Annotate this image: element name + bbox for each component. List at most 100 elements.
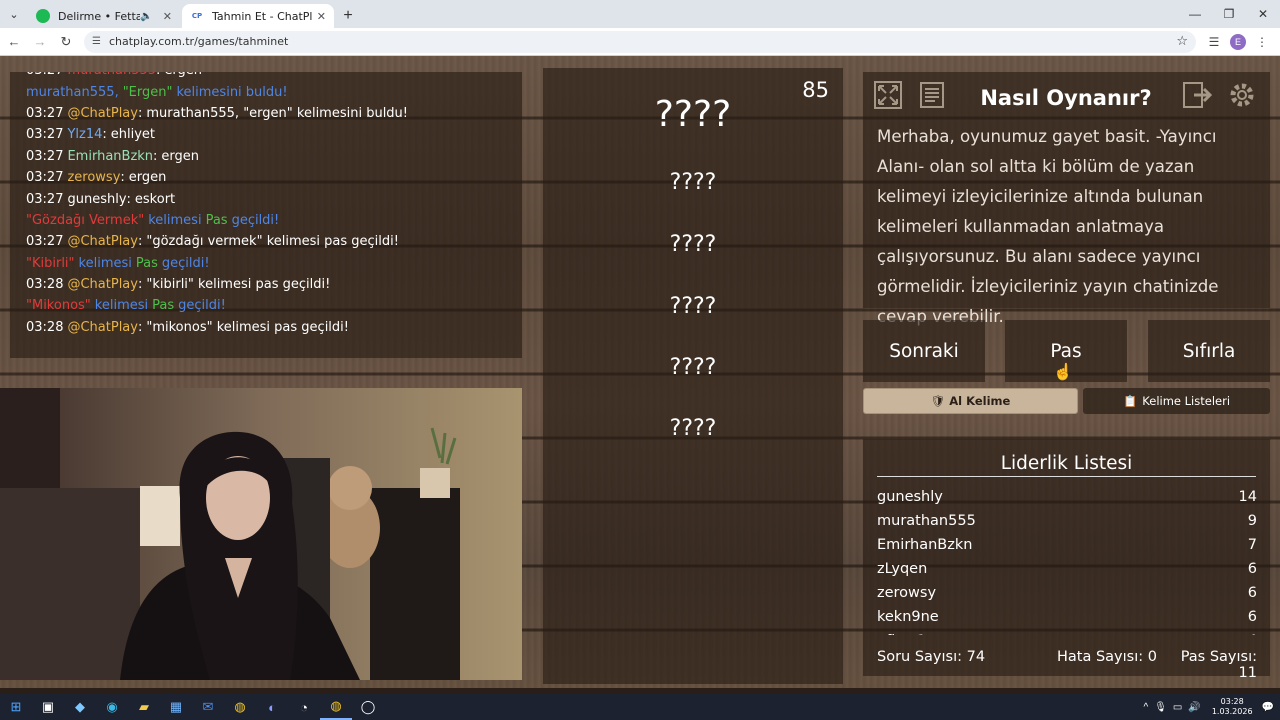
reload-icon[interactable]: ↻ [54,30,78,54]
browser-tab-bar: ⌄ Delirme • Fettah Can 🔈 ✕ CP Tahmin Et … [0,0,1280,28]
windows-taskbar: ⊞ ▣ ◆ ◉ ▰ ▦ ✉ ◍ ◐ ◔ ◍ ◯ ^ 🎙 ▭ 🔊 03:28 1.… [0,694,1280,720]
player-score: 6 [1247,561,1257,577]
restore-icon[interactable]: ❐ [1212,0,1246,28]
clock-app-icon[interactable]: ◔ [288,694,320,720]
url-field[interactable]: ☰ chatplay.com.tr/games/tahminet ☆ [84,30,1196,53]
profile-avatar[interactable]: E [1230,33,1246,50]
chat-username: EmirhanBzkn [67,148,154,164]
mouse-cursor-icon: ☝ [1053,364,1073,381]
chat-text: eskort [134,191,176,207]
chat-text: ergen [161,148,200,164]
leaderboard-panel: Liderlik Listesi guneshly 14 murathan555 9 E… [863,439,1270,681]
new-tab-button[interactable]: + [336,4,360,28]
audio-icon[interactable]: 🔈 [140,11,152,22]
chat-message: murathan555, "Ergen" kelimesini buldu! [26,81,522,102]
forbidden-word: ???? [669,232,717,257]
tab-search-icon[interactable]: ⌄ [0,0,28,28]
edge-icon[interactable]: ◉ [96,694,128,720]
ai-word-label: Al Kelime [949,394,1011,408]
notification-icon[interactable]: 💬 [1262,702,1274,713]
player-name: guneshly [877,489,943,505]
mail-icon[interactable]: ✉ [192,694,224,720]
tab-title: Tahmin Et - ChatPlay [212,9,313,23]
reading-list-icon[interactable]: ☰ [1202,31,1226,53]
game-stats: Soru Sayısı: 74 Hata Sayısı: 0 Pas Sayıs… [877,649,1257,681]
chat-pass-label: Pas [152,298,175,314]
site-info-icon[interactable]: ☰ [92,36,101,47]
chat-timestamp: 03:28 [26,319,64,335]
player-score: 9 [1247,513,1257,529]
how-to-play-panel: Nasıl Oynanır? Merhaba, oyunumuz gayet b… [863,72,1270,326]
chat-message: 03:27 guneshly: eskort [26,188,522,209]
spotify-favicon-icon [36,9,50,23]
exit-icon[interactable] [1181,78,1215,112]
close-tab-icon[interactable]: ✕ [317,10,326,23]
chat-timestamp: 03:27 [26,148,64,164]
chat-text: ergen [164,72,202,78]
reset-button[interactable]: Sıfırla [1148,320,1270,382]
window-controls: — ❐ ✕ [1178,0,1280,28]
forward-icon[interactable]: → [28,30,52,54]
chat-word: "Mikonos" [26,298,91,314]
target-word: ???? [654,94,732,135]
leaderboard-list[interactable]: guneshly 14 murathan555 9 EmirhanBzkn 7 zLyqen… [877,485,1257,635]
leaderboard-row: zLyqen 6 [877,557,1257,581]
gear-icon[interactable] [1225,78,1259,112]
chat-separator: : [153,148,158,164]
chat-message: "Mikonos" kelimesi Pas geçildi! [26,295,522,316]
chat-separator: : [120,170,125,186]
close-tab-icon[interactable]: ✕ [163,10,172,23]
chat-text: "mikonos" kelimesi pas geçildi! [146,319,349,335]
chevron-up-icon[interactable]: ^ [1144,702,1149,713]
copilot-icon[interactable]: ◆ [64,694,96,720]
chrome-icon[interactable]: ◍ [224,694,256,720]
chat-text: ehliyet [110,127,156,143]
tab-delirme[interactable]: Delirme • Fettah Can 🔈 ✕ [28,4,180,28]
fullscreen-icon[interactable] [871,78,905,112]
back-icon[interactable]: ← [2,30,26,54]
clock-date: 1.03.2026 [1211,707,1253,716]
chat-text: geçildi! [231,212,280,228]
player-name: kekn9ne [877,609,939,625]
how-to-play-text: Merhaba, oyunumuz gayet basit. -Yayıncı … [877,127,1219,326]
streamer-webcam-image [0,388,522,680]
leaderboard-row: zerowsy 6 [877,581,1257,605]
tab-tahmin-et[interactable]: CP Tahmin Et - ChatPlay ✕ [182,4,334,28]
player-name: EmirhanBzkn [877,537,973,553]
ai-word-button[interactable]: 🛡 Al Kelime [863,388,1078,414]
microphone-icon[interactable]: 🎙 [1154,702,1167,713]
tab-title: Delirme • Fettah Can [58,9,141,23]
network-icon[interactable]: ▭ [1173,702,1182,713]
chat-text: "gözdağı vermek" kelimesi pas geçildi! [146,234,399,250]
forbidden-word: ???? [669,355,717,380]
close-window-icon[interactable]: ✕ [1246,0,1280,28]
word-lists-button[interactable]: 📋 Kelime Listeleri [1083,388,1270,414]
url-text[interactable]: chatplay.com.tr/games/tahminet [109,35,1176,48]
chat-message: 03:28 @ChatPlay: "mikonos" kelimesi pas ge… [26,317,522,338]
chat-timestamp: 03:27 [26,127,64,143]
file-explorer-icon[interactable]: ▰ [128,694,160,720]
chat-separator: : [137,234,143,250]
chat-pass-label: Pas [135,255,158,271]
obs-icon[interactable]: ◯ [352,694,384,720]
chrome-active-icon[interactable]: ◍ [320,694,352,720]
minimize-icon[interactable]: — [1178,0,1212,28]
menu-icon[interactable]: ⋮ [1250,31,1274,53]
volume-icon[interactable]: 🔊 [1188,702,1200,713]
error-stat: Hata Sayısı: 0 [1057,649,1167,681]
chat-text: kelimesini buldu! [176,84,288,100]
chat-message: 03:27 EmirhanBzkn: ergen [26,146,522,167]
next-button[interactable]: Sonraki [863,320,985,382]
bookmark-star-icon[interactable]: ☆ [1176,34,1188,49]
chat-message: "Kibirli" kelimesi Pas geçildi! [26,253,522,274]
windows-start-icon[interactable]: ⊞ [0,694,32,720]
store-icon[interactable]: ▦ [160,694,192,720]
leaderboard-title: Liderlik Listesi [1000,453,1133,474]
forbidden-word: ???? [669,170,717,195]
task-view-icon[interactable]: ▣ [32,694,64,720]
clock[interactable]: 03:28 1.03.2026 [1212,697,1253,717]
document-icon[interactable] [915,78,949,112]
discord-icon[interactable]: ◐ [256,694,288,720]
chat-username: @ChatPlay [67,234,138,250]
chat-username: zerowsy [67,170,121,186]
